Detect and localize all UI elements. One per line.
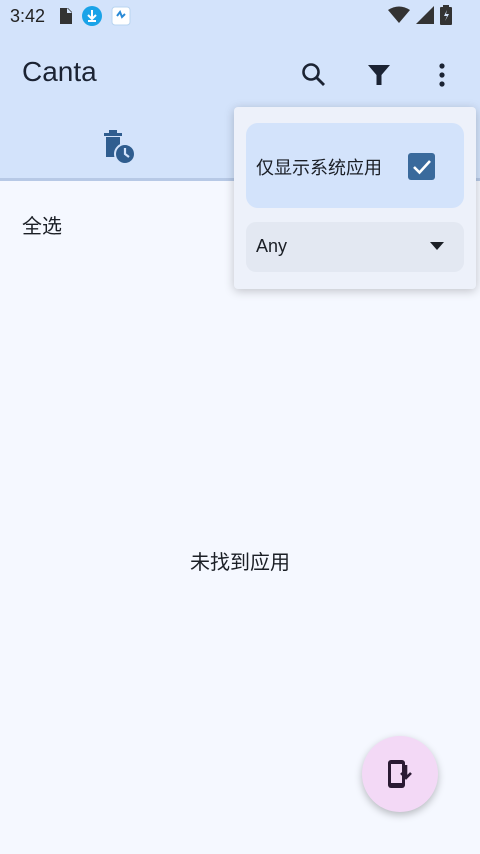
more-options-button[interactable] xyxy=(425,58,459,92)
search-icon xyxy=(302,63,325,86)
arrow-drop-down-icon xyxy=(430,242,444,250)
status-bar: 3:42 xyxy=(0,0,480,32)
more-vert-icon xyxy=(439,63,445,87)
app-notification-icon xyxy=(111,6,131,26)
app-type-dropdown[interactable]: Any xyxy=(246,222,464,272)
sim-icon xyxy=(59,7,73,25)
empty-state-message: 未找到应用 xyxy=(190,550,290,574)
delete-history-icon xyxy=(104,130,136,165)
battery-icon xyxy=(440,5,452,30)
tab-uninstalled-apps[interactable] xyxy=(102,130,136,170)
system-apps-only-option[interactable]: 仅显示系统应用 xyxy=(246,123,464,208)
select-all-button[interactable]: 全选 xyxy=(22,210,62,239)
dropdown-selected-value: Any xyxy=(256,236,288,256)
filter-icon xyxy=(368,65,390,85)
download-icon xyxy=(81,5,103,27)
system-apps-checkbox[interactable] xyxy=(408,153,435,180)
search-button[interactable] xyxy=(297,58,331,92)
filter-menu: 仅显示系统应用 Any xyxy=(234,107,476,289)
check-icon xyxy=(412,159,431,174)
system-apps-only-label: 仅显示系统应用 xyxy=(256,158,382,179)
signal-icon xyxy=(416,6,434,29)
install-fab[interactable] xyxy=(362,736,438,812)
status-time: 3:42 xyxy=(10,5,46,26)
app-title: Canta xyxy=(22,56,97,87)
wifi-icon xyxy=(388,6,410,29)
filter-button[interactable] xyxy=(362,58,396,92)
status-right-group xyxy=(388,5,452,30)
install-app-icon xyxy=(388,760,412,788)
